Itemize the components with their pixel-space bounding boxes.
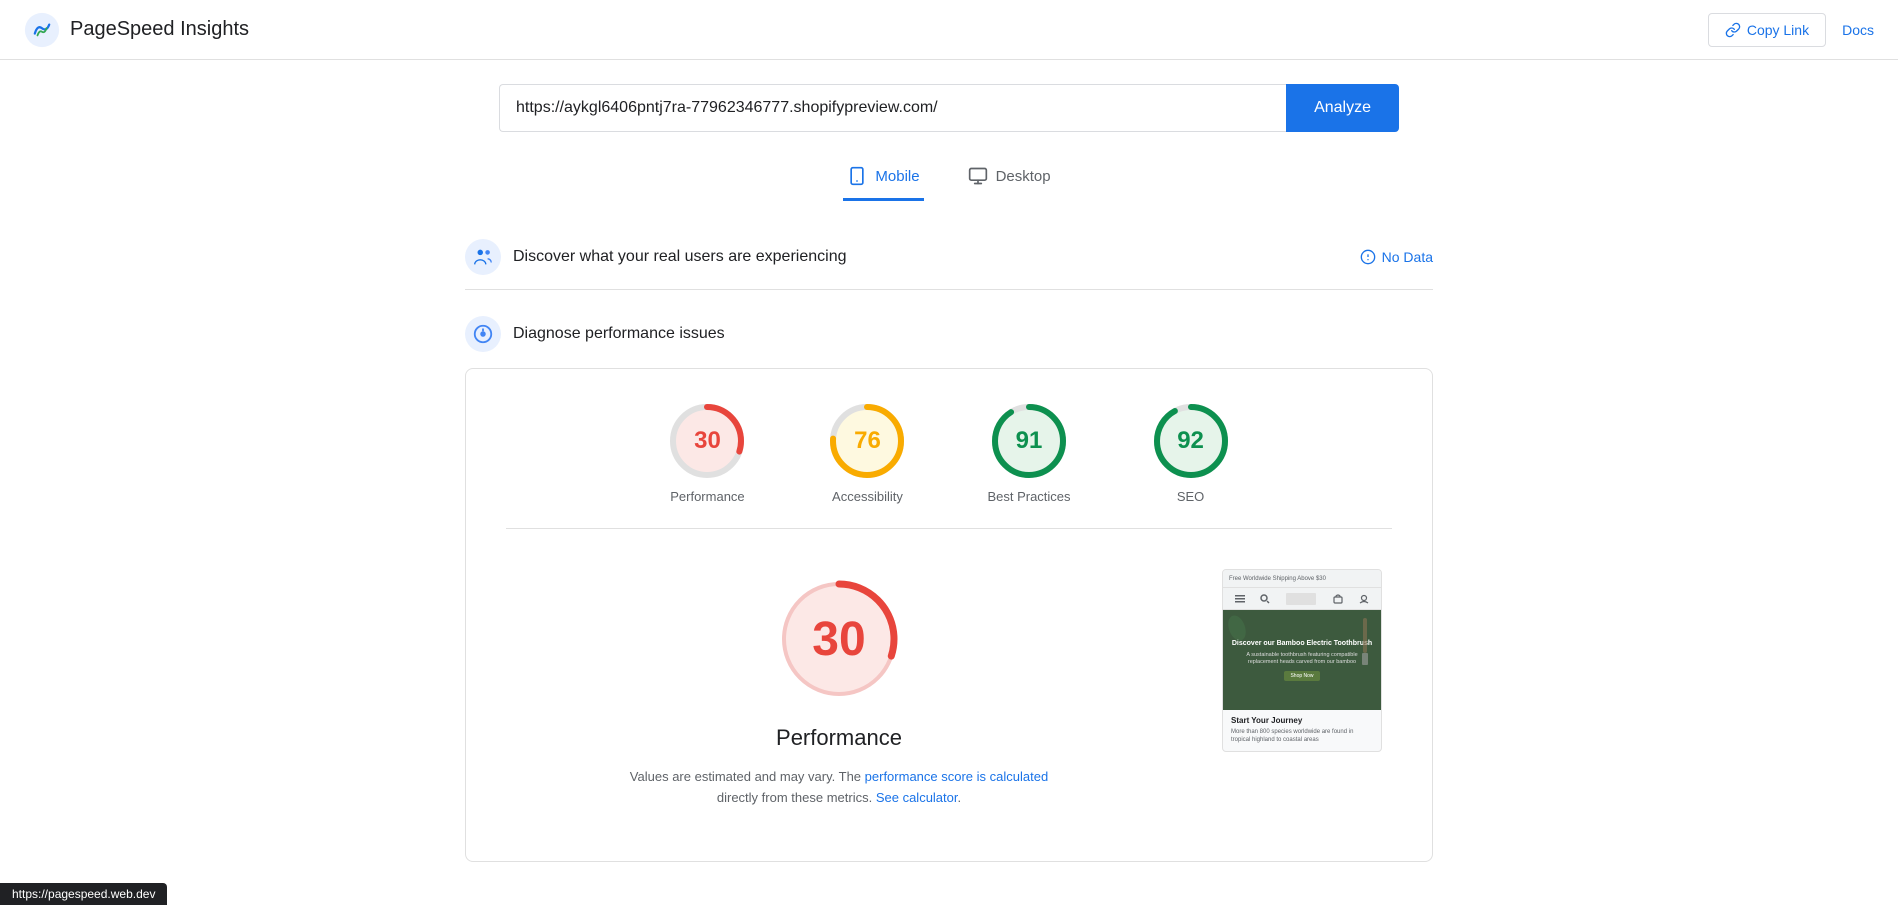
screenshot-top-bar: Free Worldwide Shipping Above $30 (1223, 570, 1381, 588)
score-item-accessibility[interactable]: 76 Accessibility (827, 401, 907, 504)
cart-icon (1332, 594, 1344, 604)
screenshot-shop-now-btn: Shop Now (1284, 671, 1319, 681)
real-users-icon (465, 239, 501, 275)
real-users-section-header: Discover what your real users are experi… (465, 225, 1433, 290)
perf-score-link[interactable]: performance score is calculated (865, 769, 1049, 784)
logo-placeholder (1286, 593, 1316, 605)
performance-score-label: Performance (670, 489, 744, 504)
status-bar: https://pagespeed.web.dev (0, 883, 167, 905)
screenshot-mock: Free Worldwide Shipping Above $30 (1222, 569, 1382, 752)
big-performance-score: 30 (812, 612, 865, 667)
seo-score-label: SEO (1177, 489, 1204, 504)
performance-detail: 30 Performance Values are estimated and … (506, 549, 1392, 829)
big-performance-gauge: 30 (769, 569, 909, 709)
score-item-best-practices[interactable]: 91 Best Practices (987, 401, 1070, 504)
tab-mobile[interactable]: Mobile (843, 156, 923, 201)
screenshot-nav (1223, 588, 1381, 610)
performance-detail-title: Performance (776, 725, 902, 751)
tab-desktop-label: Desktop (996, 168, 1051, 185)
subtitle-text-2: directly from these metrics. (717, 790, 872, 805)
best-practices-score-label: Best Practices (987, 489, 1070, 504)
accessibility-score-label: Accessibility (832, 489, 903, 504)
no-data-indicator: No Data (1360, 249, 1433, 265)
copy-link-label: Copy Link (1747, 22, 1809, 38)
screenshot-bottom-description: More than 800 species worldwide are foun… (1231, 728, 1373, 745)
subtitle-end: . (958, 790, 962, 805)
screenshot-start-journey: Start Your Journey (1231, 716, 1373, 725)
diagnose-icon (465, 316, 501, 352)
url-input[interactable] (499, 84, 1286, 132)
pagespeed-logo-icon (24, 12, 60, 48)
diagnose-section-header: Diagnose performance issues (465, 302, 1433, 368)
account-icon (1359, 594, 1369, 604)
screenshot-product-image: Discover our Bamboo Electric Toothbrush … (1223, 610, 1381, 710)
hamburger-icon (1235, 595, 1245, 603)
performance-ring: 30 (667, 401, 747, 481)
header-actions: Copy Link Docs (1708, 13, 1874, 47)
performance-score-value: 30 (694, 427, 721, 455)
link-icon (1725, 22, 1741, 38)
status-url: https://pagespeed.web.dev (12, 887, 155, 901)
performance-detail-subtitle: Values are estimated and may vary. The p… (629, 767, 1049, 809)
header: PageSpeed Insights Copy Link Docs (0, 0, 1898, 60)
no-data-label: No Data (1382, 249, 1433, 265)
subtitle-text-1: Values are estimated and may vary. The (630, 769, 861, 784)
real-users-title: Discover what your real users are experi… (513, 248, 846, 266)
best-practices-score-value: 91 (1016, 427, 1043, 455)
app-title: PageSpeed Insights (70, 18, 249, 41)
accessibility-ring: 76 (827, 401, 907, 481)
search-nav-icon (1260, 594, 1270, 604)
diagnose-title: Diagnose performance issues (513, 325, 725, 343)
desktop-icon (968, 166, 988, 186)
score-item-seo[interactable]: 92 SEO (1151, 401, 1231, 504)
leaf-decoration (1227, 614, 1247, 645)
tab-mobile-label: Mobile (875, 168, 919, 185)
tab-desktop[interactable]: Desktop (964, 156, 1055, 201)
screenshot-product-heading: Discover our Bamboo Electric Toothbrush … (1231, 639, 1373, 667)
accessibility-score-value: 76 (854, 427, 881, 455)
brush-decoration (1357, 618, 1373, 671)
scores-row: 30 Performance 76 Accessibility (506, 401, 1392, 529)
info-icon (1360, 249, 1376, 265)
url-input-wrapper: Analyze (499, 84, 1399, 132)
seo-score-value: 92 (1177, 427, 1204, 455)
copy-link-button[interactable]: Copy Link (1708, 13, 1826, 47)
best-practices-ring: 91 (989, 401, 1069, 481)
people-icon (472, 246, 494, 268)
search-area: Analyze (0, 60, 1898, 148)
scores-card: 30 Performance 76 Accessibility (465, 368, 1433, 862)
see-calculator-link[interactable]: See calculator (876, 790, 958, 805)
section-header-left: Discover what your real users are experi… (465, 239, 846, 275)
screenshot-bottom-section: Start Your Journey More than 800 species… (1223, 710, 1381, 751)
analyze-button[interactable]: Analyze (1286, 84, 1399, 132)
screenshot-banner-text: Free Worldwide Shipping Above $30 (1229, 576, 1326, 582)
perf-gauge-area: 30 Performance Values are estimated and … (506, 569, 1172, 809)
seo-ring: 92 (1151, 401, 1231, 481)
mobile-icon (847, 166, 867, 186)
score-item-performance[interactable]: 30 Performance (667, 401, 747, 504)
logo-area: PageSpeed Insights (24, 12, 249, 48)
screenshot-area: Free Worldwide Shipping Above $30 (1212, 569, 1392, 809)
gauge-icon (472, 323, 494, 345)
main-content: Discover what your real users are experi… (449, 225, 1449, 862)
docs-link[interactable]: Docs (1842, 22, 1874, 38)
tabs-area: Mobile Desktop (0, 148, 1898, 201)
